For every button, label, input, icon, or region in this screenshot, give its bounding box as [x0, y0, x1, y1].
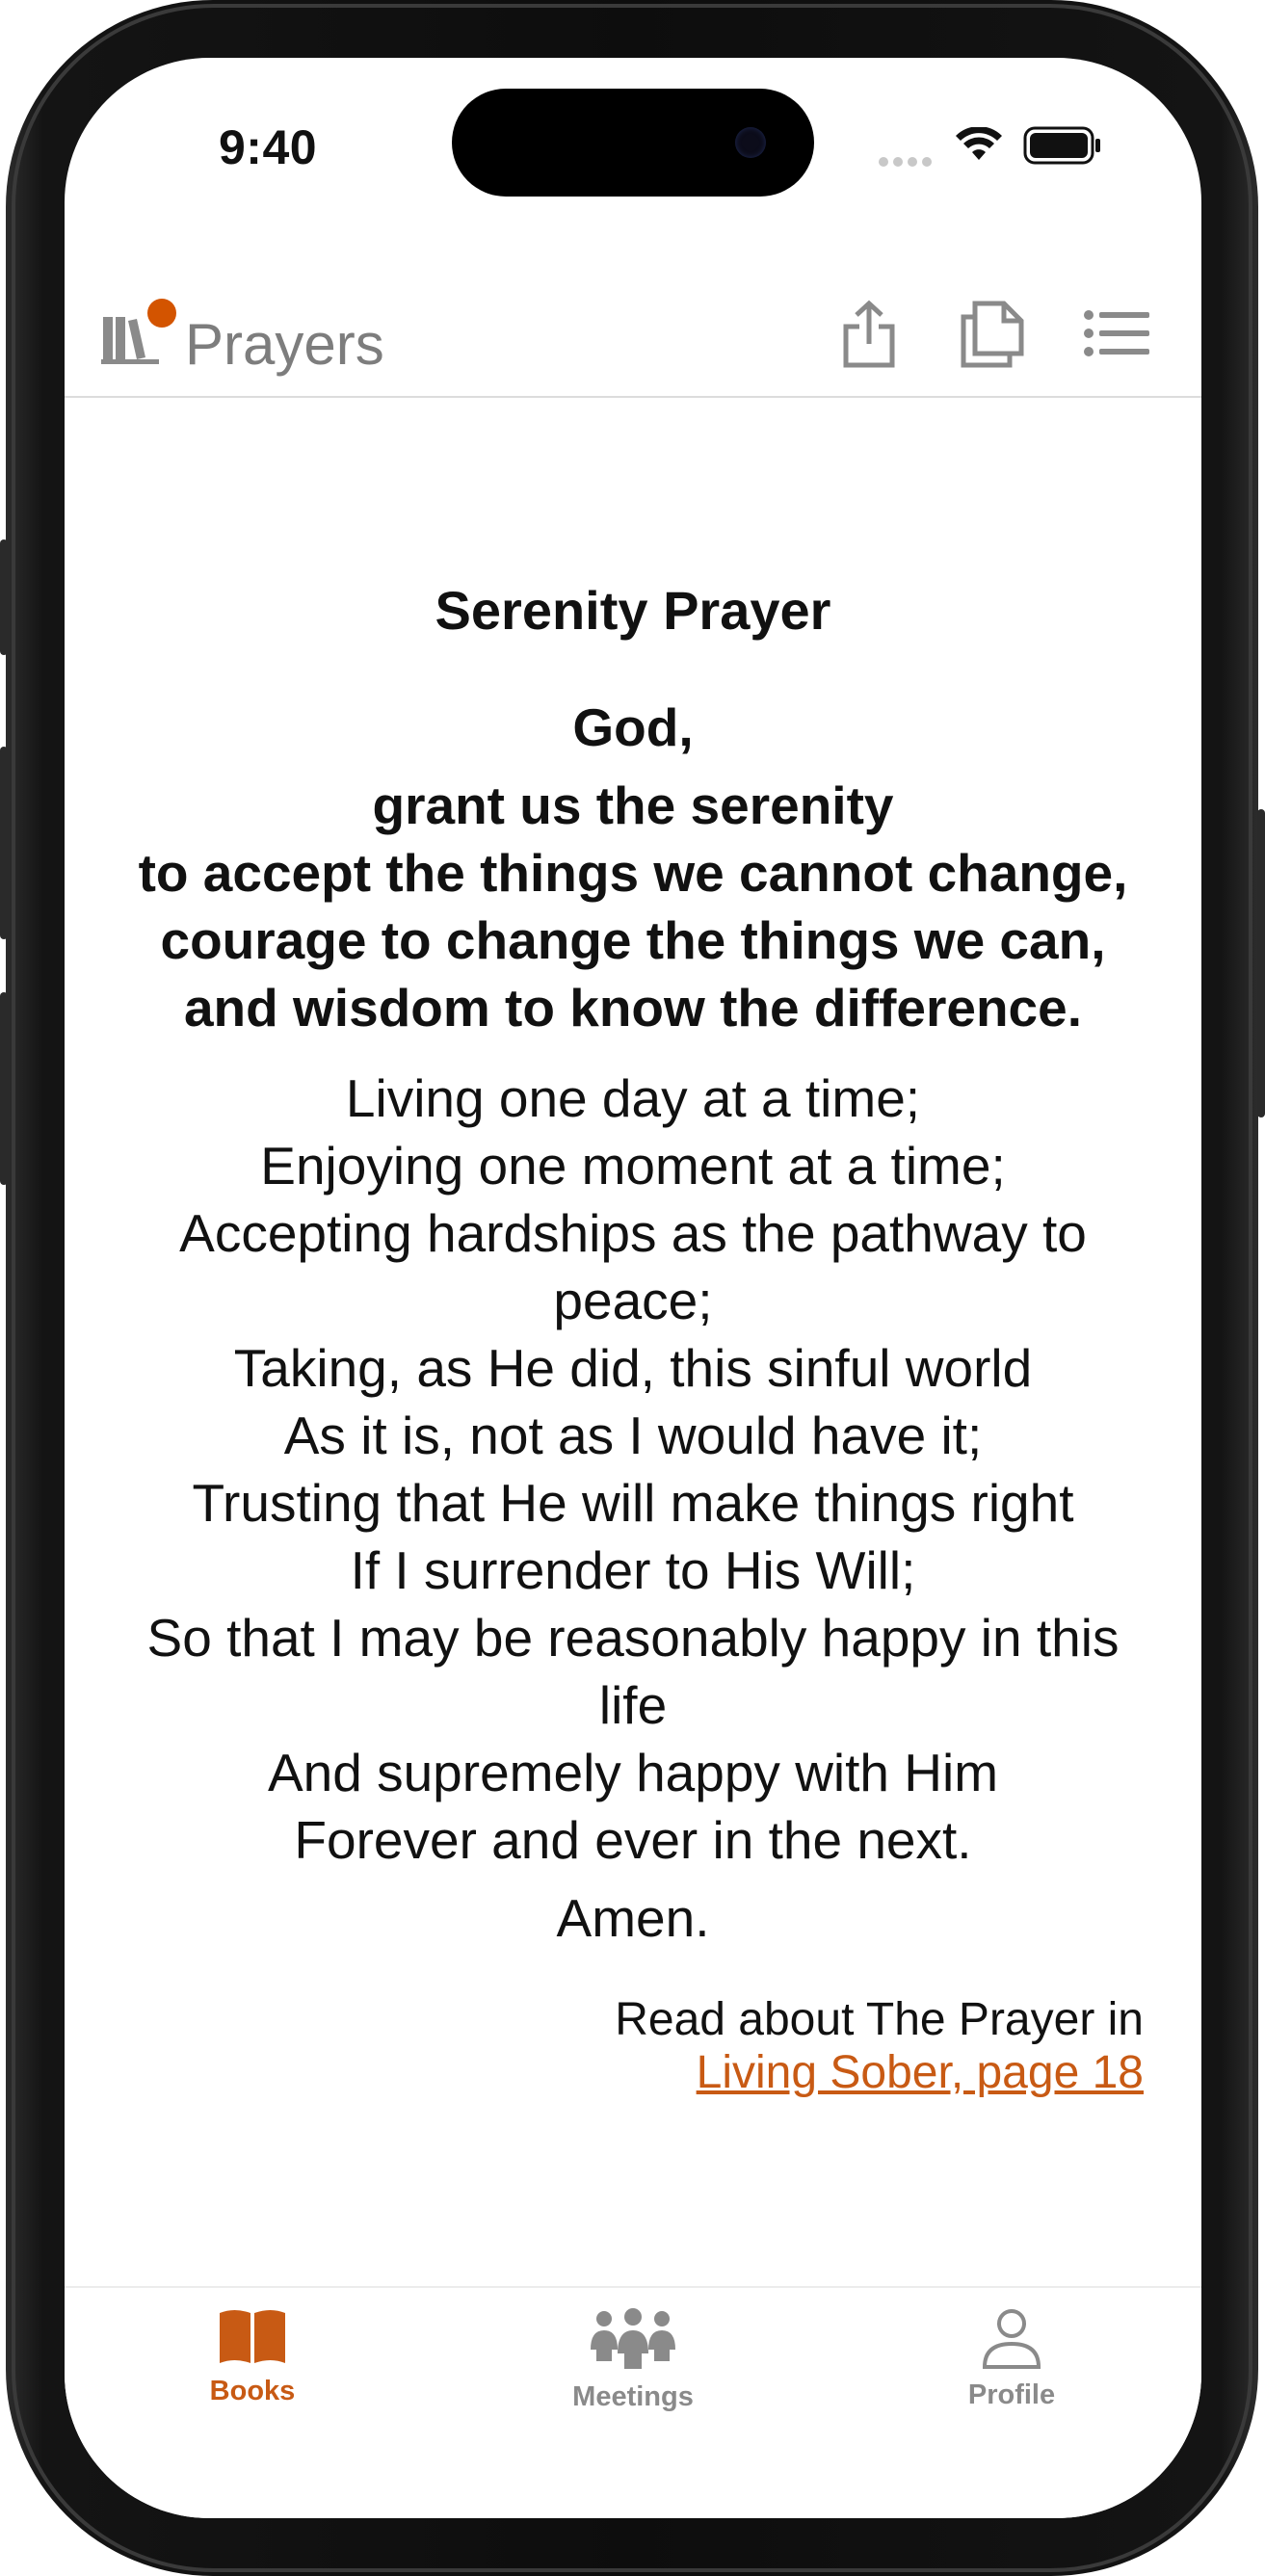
phone-side-button [0, 539, 8, 655]
tab-books[interactable]: Books [108, 2307, 397, 2407]
tab-books-label: Books [209, 2376, 296, 2406]
tab-bar: Books Meetings Profile [65, 2286, 1201, 2518]
phone-power-button [1257, 809, 1265, 1117]
battery-icon [1023, 126, 1102, 170]
prayer-line: Enjoying one moment at a time; [260, 1136, 1006, 1196]
prayer-bold-line: grant us the serenity [372, 775, 894, 835]
share-button[interactable] [840, 300, 898, 374]
prayer-line: As it is, not as I would have it; [283, 1406, 983, 1465]
read-about-text: Read about The Prayer in [615, 1994, 1144, 2045]
prayer-line: Taking, as He did, this sinful world [233, 1338, 1033, 1398]
tab-profile-label: Profile [967, 2379, 1056, 2410]
share-icon [843, 300, 895, 368]
prayer-line: life [598, 1675, 668, 1735]
navigation-bar: Prayers [65, 246, 1201, 398]
phone-volume-down-button [0, 992, 8, 1185]
list-button[interactable] [1084, 309, 1151, 362]
copy-icon [961, 301, 1024, 368]
phone-volume-up-button [0, 747, 8, 939]
tab-meetings-label: Meetings [572, 2381, 694, 2412]
list-icon [1084, 310, 1149, 356]
people-group-icon [591, 2308, 675, 2369]
prayer-bold-line: and wisdom to know the difference. [183, 978, 1083, 1038]
wifi-icon [956, 126, 1002, 169]
status-time: 9:40 [219, 120, 318, 174]
prayer-bold-line: God, [572, 697, 694, 757]
prayer-bold-line: courage to change the things we can, [160, 910, 1106, 970]
prayer-line: So that I may be reasonably happy in thi… [146, 1608, 1120, 1668]
prayer-line: peace; [553, 1271, 713, 1330]
prayer-line: Living one day at a time; [345, 1068, 921, 1128]
prayer-line: Accepting hardships as the pathway to [179, 1203, 1087, 1263]
prayer-line: Trusting that He will make things right [192, 1473, 1074, 1533]
dynamic-island [452, 89, 814, 197]
page-title: Prayers [185, 312, 384, 377]
camera-icon [735, 127, 766, 158]
copy-button[interactable] [960, 300, 1027, 374]
prayer-line: If I surrender to His Will; [350, 1540, 916, 1600]
prayer-amen: Amen. [556, 1888, 710, 1948]
tab-meetings[interactable]: Meetings [488, 2307, 777, 2413]
prayer-line: Forever and ever in the next. [294, 1810, 972, 1870]
open-book-icon [220, 2310, 285, 2363]
notification-badge [147, 299, 176, 328]
person-icon [982, 2309, 1041, 2369]
screen: 9:40 Prayers Serenity Prayer God, grant … [65, 58, 1201, 2518]
prayer-title: Serenity Prayer [435, 580, 831, 641]
tab-profile[interactable]: Profile [867, 2307, 1156, 2411]
living-sober-link[interactable]: Living Sober, page 18 [697, 2046, 1144, 2099]
prayer-line: And supremely happy with Him [267, 1743, 999, 1802]
prayer-bold-line: to accept the things we cannot change, [138, 843, 1128, 903]
signal-icon [879, 154, 936, 171]
